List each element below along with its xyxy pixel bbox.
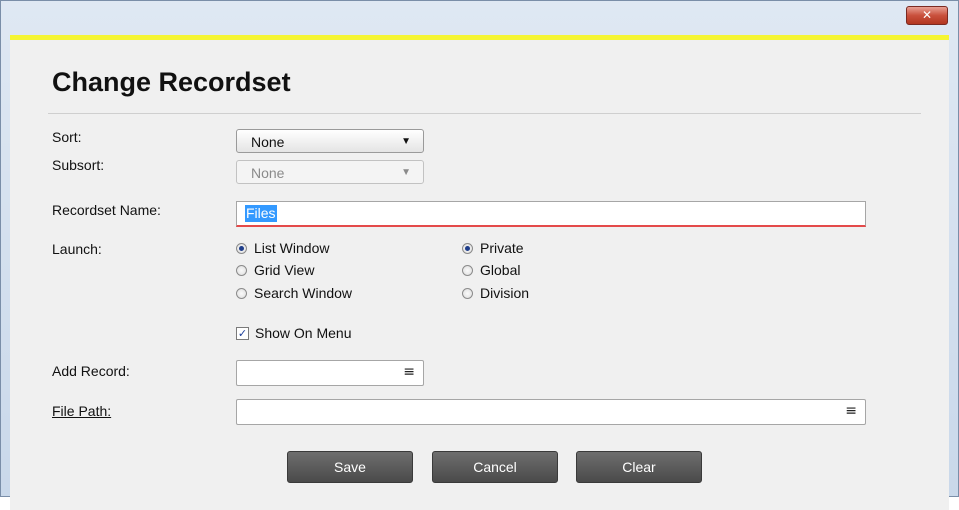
radio-global[interactable]: Global (462, 262, 520, 278)
radio-label: Global (480, 262, 521, 278)
subsort-label: Subsort: (52, 157, 105, 173)
list-icon[interactable]: ≡ (845, 403, 857, 419)
sort-label: Sort: (52, 129, 82, 145)
chevron-down-icon: ▼ (401, 167, 411, 178)
radio-label: Private (480, 240, 524, 256)
radio-private[interactable]: Private (462, 240, 524, 256)
dialog-window: ✕ Change Recordset Sort: None ▼ Subsort:… (0, 0, 959, 510)
dialog-content: Change Recordset Sort: None ▼ Subsort: N… (10, 35, 949, 510)
sort-select[interactable]: None ▼ (236, 129, 424, 153)
radio-label: List Window (254, 240, 330, 256)
dialog-title: Change Recordset (52, 67, 291, 97)
clear-button[interactable]: Clear (576, 451, 702, 483)
add-record-label: Add Record: (52, 363, 130, 379)
radio-label: Division (480, 285, 530, 301)
file-path-input[interactable]: ≡ (236, 399, 866, 425)
radio-icon (236, 264, 247, 276)
show-on-menu-checkbox[interactable]: ✓ Show On Menu (236, 325, 352, 341)
launch-label: Launch: (52, 241, 102, 257)
recordset-name-input[interactable]: Files (236, 201, 866, 227)
sort-value: None (251, 134, 285, 150)
title-bar: ✕ (1, 1, 958, 35)
radio-selected-icon (462, 242, 473, 254)
recordset-name-label: Recordset Name: (52, 202, 161, 218)
recordset-name-value: Files (245, 205, 277, 222)
chevron-down-icon: ▼ (401, 136, 411, 147)
radio-list-window[interactable]: List Window (236, 240, 329, 256)
radio-icon (462, 287, 473, 299)
radio-search-window[interactable]: Search Window (236, 285, 352, 301)
cancel-button[interactable]: Cancel (432, 451, 558, 483)
subsort-value: None (251, 165, 285, 181)
close-icon: ✕ (921, 8, 933, 22)
radio-icon (236, 287, 247, 299)
save-button[interactable]: Save (287, 451, 413, 483)
radio-division[interactable]: Division (462, 285, 529, 301)
radio-selected-icon (236, 242, 247, 254)
radio-label: Search Window (254, 285, 353, 301)
add-record-input[interactable]: ≡ (236, 360, 424, 386)
close-button[interactable]: ✕ (906, 6, 948, 25)
show-on-menu-label: Show On Menu (255, 325, 352, 341)
file-path-label[interactable]: File Path: (52, 403, 111, 419)
list-icon[interactable]: ≡ (403, 364, 415, 380)
checkmark-icon: ✓ (236, 326, 249, 340)
title-divider (48, 113, 921, 114)
radio-icon (462, 264, 473, 276)
subsort-select[interactable]: None ▼ (236, 160, 424, 184)
radio-label: Grid View (254, 262, 315, 278)
radio-grid-view[interactable]: Grid View (236, 262, 314, 278)
